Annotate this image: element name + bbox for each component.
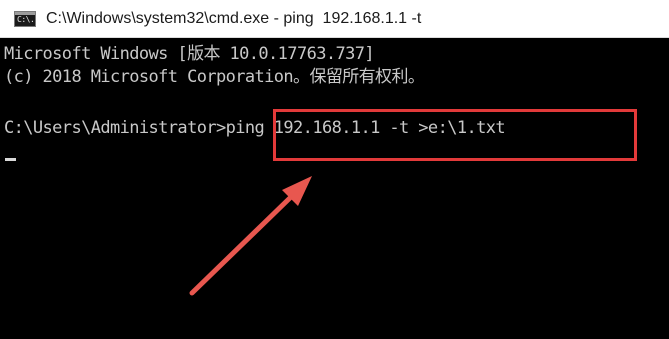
console-line-version: Microsoft Windows [版本 10.0.17763.737]: [4, 44, 375, 64]
cmd-window: C:\. C:\Windows\system32\cmd.exe - ping …: [0, 0, 669, 339]
console-area[interactable]: Microsoft Windows [版本 10.0.17763.737] (c…: [0, 38, 669, 339]
window-title: C:\Windows\system32\cmd.exe - ping 192.1…: [46, 10, 422, 27]
console-line-copyright: (c) 2018 Microsoft Corporation。保留所有权利。: [4, 67, 425, 87]
app-icon-glyph: C:\.: [17, 15, 35, 24]
cmd-app-icon[interactable]: C:\.: [14, 11, 36, 27]
command-highlight-box: [273, 109, 637, 161]
text-cursor: [5, 158, 16, 161]
title-bar[interactable]: C:\. C:\Windows\system32\cmd.exe - ping …: [0, 0, 669, 38]
